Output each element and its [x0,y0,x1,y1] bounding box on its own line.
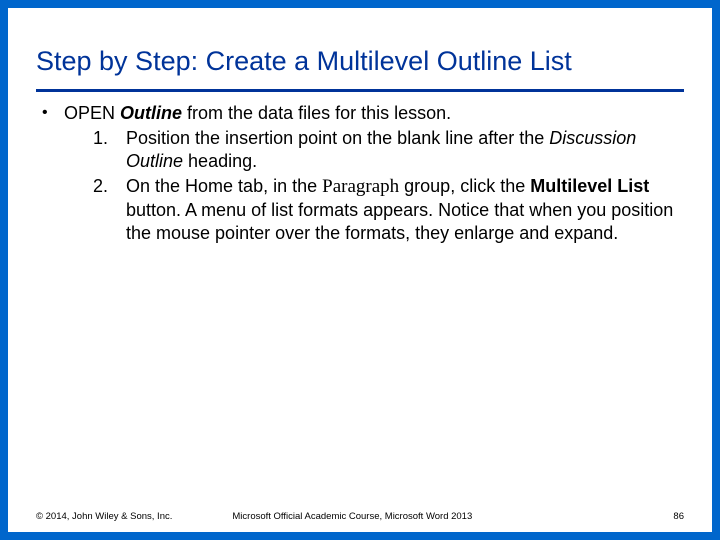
list-text: On the Home tab, in the Paragraph group,… [126,175,678,245]
footer-page-number: 86 [673,511,684,522]
list-number: 2. [64,175,126,198]
bullet-item: • OPEN Outline from the data files for t… [42,102,678,245]
list-text: Position the insertion point on the blan… [126,127,678,173]
step2-part1: On the Home tab, in the [126,176,322,196]
footer: © 2014, John Wiley & Sons, Inc. Microsof… [36,511,684,522]
bullet-mark-icon: • [42,102,64,123]
bullet-prefix: OPEN [64,103,120,123]
list-item: 1. Position the insertion point on the b… [64,127,678,173]
step1-part1: Position the insertion point on the blan… [126,128,549,148]
list-item: 2. On the Home tab, in the Paragraph gro… [64,175,678,245]
slide-title: Step by Step: Create a Multilevel Outlin… [36,46,684,77]
bullet-filename: Outline [120,103,182,123]
step2-serif: Paragraph [322,176,399,197]
footer-copyright: © 2014, John Wiley & Sons, Inc. [36,511,232,522]
body-content: • OPEN Outline from the data files for t… [8,92,712,245]
step2-part3: button. A menu of list formats appears. … [126,200,673,243]
footer-course: Microsoft Official Academic Course, Micr… [232,511,673,522]
numbered-list: 1. Position the insertion point on the b… [64,127,678,245]
slide-frame: Step by Step: Create a Multilevel Outlin… [0,0,720,540]
step2-bold: Multilevel List [530,176,649,196]
bullet-text: OPEN Outline from the data files for thi… [64,102,678,245]
step2-part2: group, click the [399,176,530,196]
step1-part2: heading. [183,151,257,171]
list-number: 1. [64,127,126,150]
title-block: Step by Step: Create a Multilevel Outlin… [8,8,712,83]
bullet-suffix: from the data files for this lesson. [182,103,451,123]
